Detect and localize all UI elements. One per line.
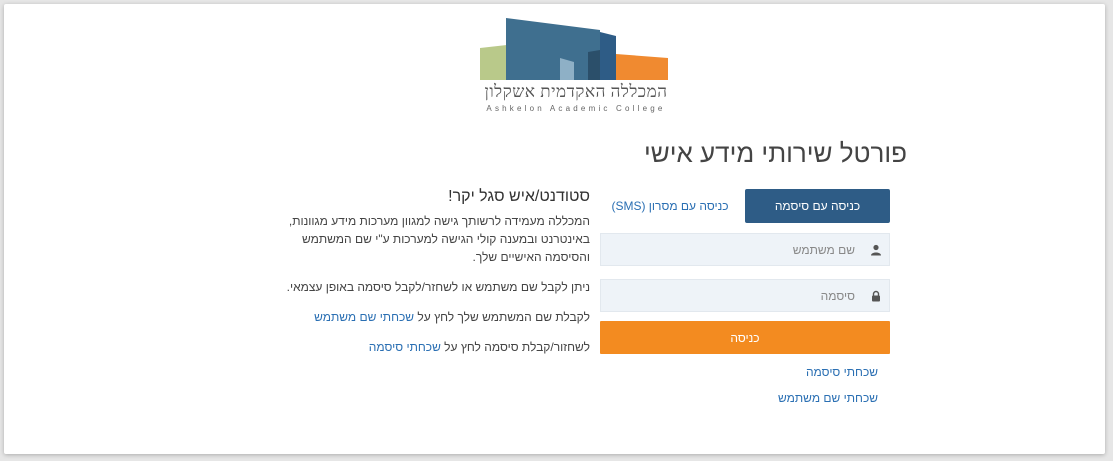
- password-input[interactable]: [601, 280, 863, 311]
- college-logo: המכללה האקדמית אשקלון Ashkelon Academic …: [476, 18, 676, 128]
- info-password-text: לשחזור/קבלת סיסמה לחץ על: [440, 340, 590, 354]
- username-field[interactable]: [600, 233, 890, 266]
- info-paragraph-username: לקבלת שם המשתמש שלך לחץ על שכחתי שם משתמ…: [256, 308, 590, 326]
- logo-graphic: [480, 18, 668, 80]
- info-panel: סטודנט/איש סגל יקר! המכללה מעמידה לרשותך…: [256, 188, 590, 368]
- tab-sms-login[interactable]: כניסה עם מסרון (SMS): [600, 189, 740, 223]
- page-title: פורטל שירותי מידע אישי: [644, 138, 907, 168]
- username-input[interactable]: [601, 234, 863, 265]
- logo-english-text: Ashkelon Academic College: [486, 104, 666, 113]
- info-paragraph-password: לשחזור/קבלת סיסמה לחץ על שכחתי סיסמה: [256, 338, 590, 356]
- lock-icon: [863, 290, 889, 302]
- login-button[interactable]: כניסה: [600, 321, 890, 354]
- logo-hebrew-text: המכללה האקדמית אשקלון: [484, 82, 668, 101]
- info-username-text: לקבלת שם המשתמש שלך לחץ על: [414, 310, 590, 324]
- password-field[interactable]: [600, 279, 890, 312]
- page-frame: המכללה האקדמית אשקלון Ashkelon Academic …: [4, 4, 1105, 454]
- forgot-password-link[interactable]: שכחתי סיסמה: [806, 365, 878, 379]
- tab-password-login[interactable]: כניסה עם סיסמה: [745, 189, 890, 223]
- info-paragraph-self-service: ניתן לקבל שם משתמש או לשחזר/לקבל סיסמה ב…: [286, 280, 590, 294]
- info-paragraph-access: המכללה מעמידה לרשותך גישה למגוון מערכות …: [288, 214, 590, 264]
- info-forgot-username-link[interactable]: שכחתי שם משתמש: [314, 310, 414, 324]
- forgot-username-link[interactable]: שכחתי שם משתמש: [778, 391, 878, 405]
- info-heading: סטודנט/איש סגל יקר!: [448, 188, 590, 205]
- user-icon: [863, 244, 889, 256]
- info-forgot-password-link[interactable]: שכחתי סיסמה: [369, 340, 441, 354]
